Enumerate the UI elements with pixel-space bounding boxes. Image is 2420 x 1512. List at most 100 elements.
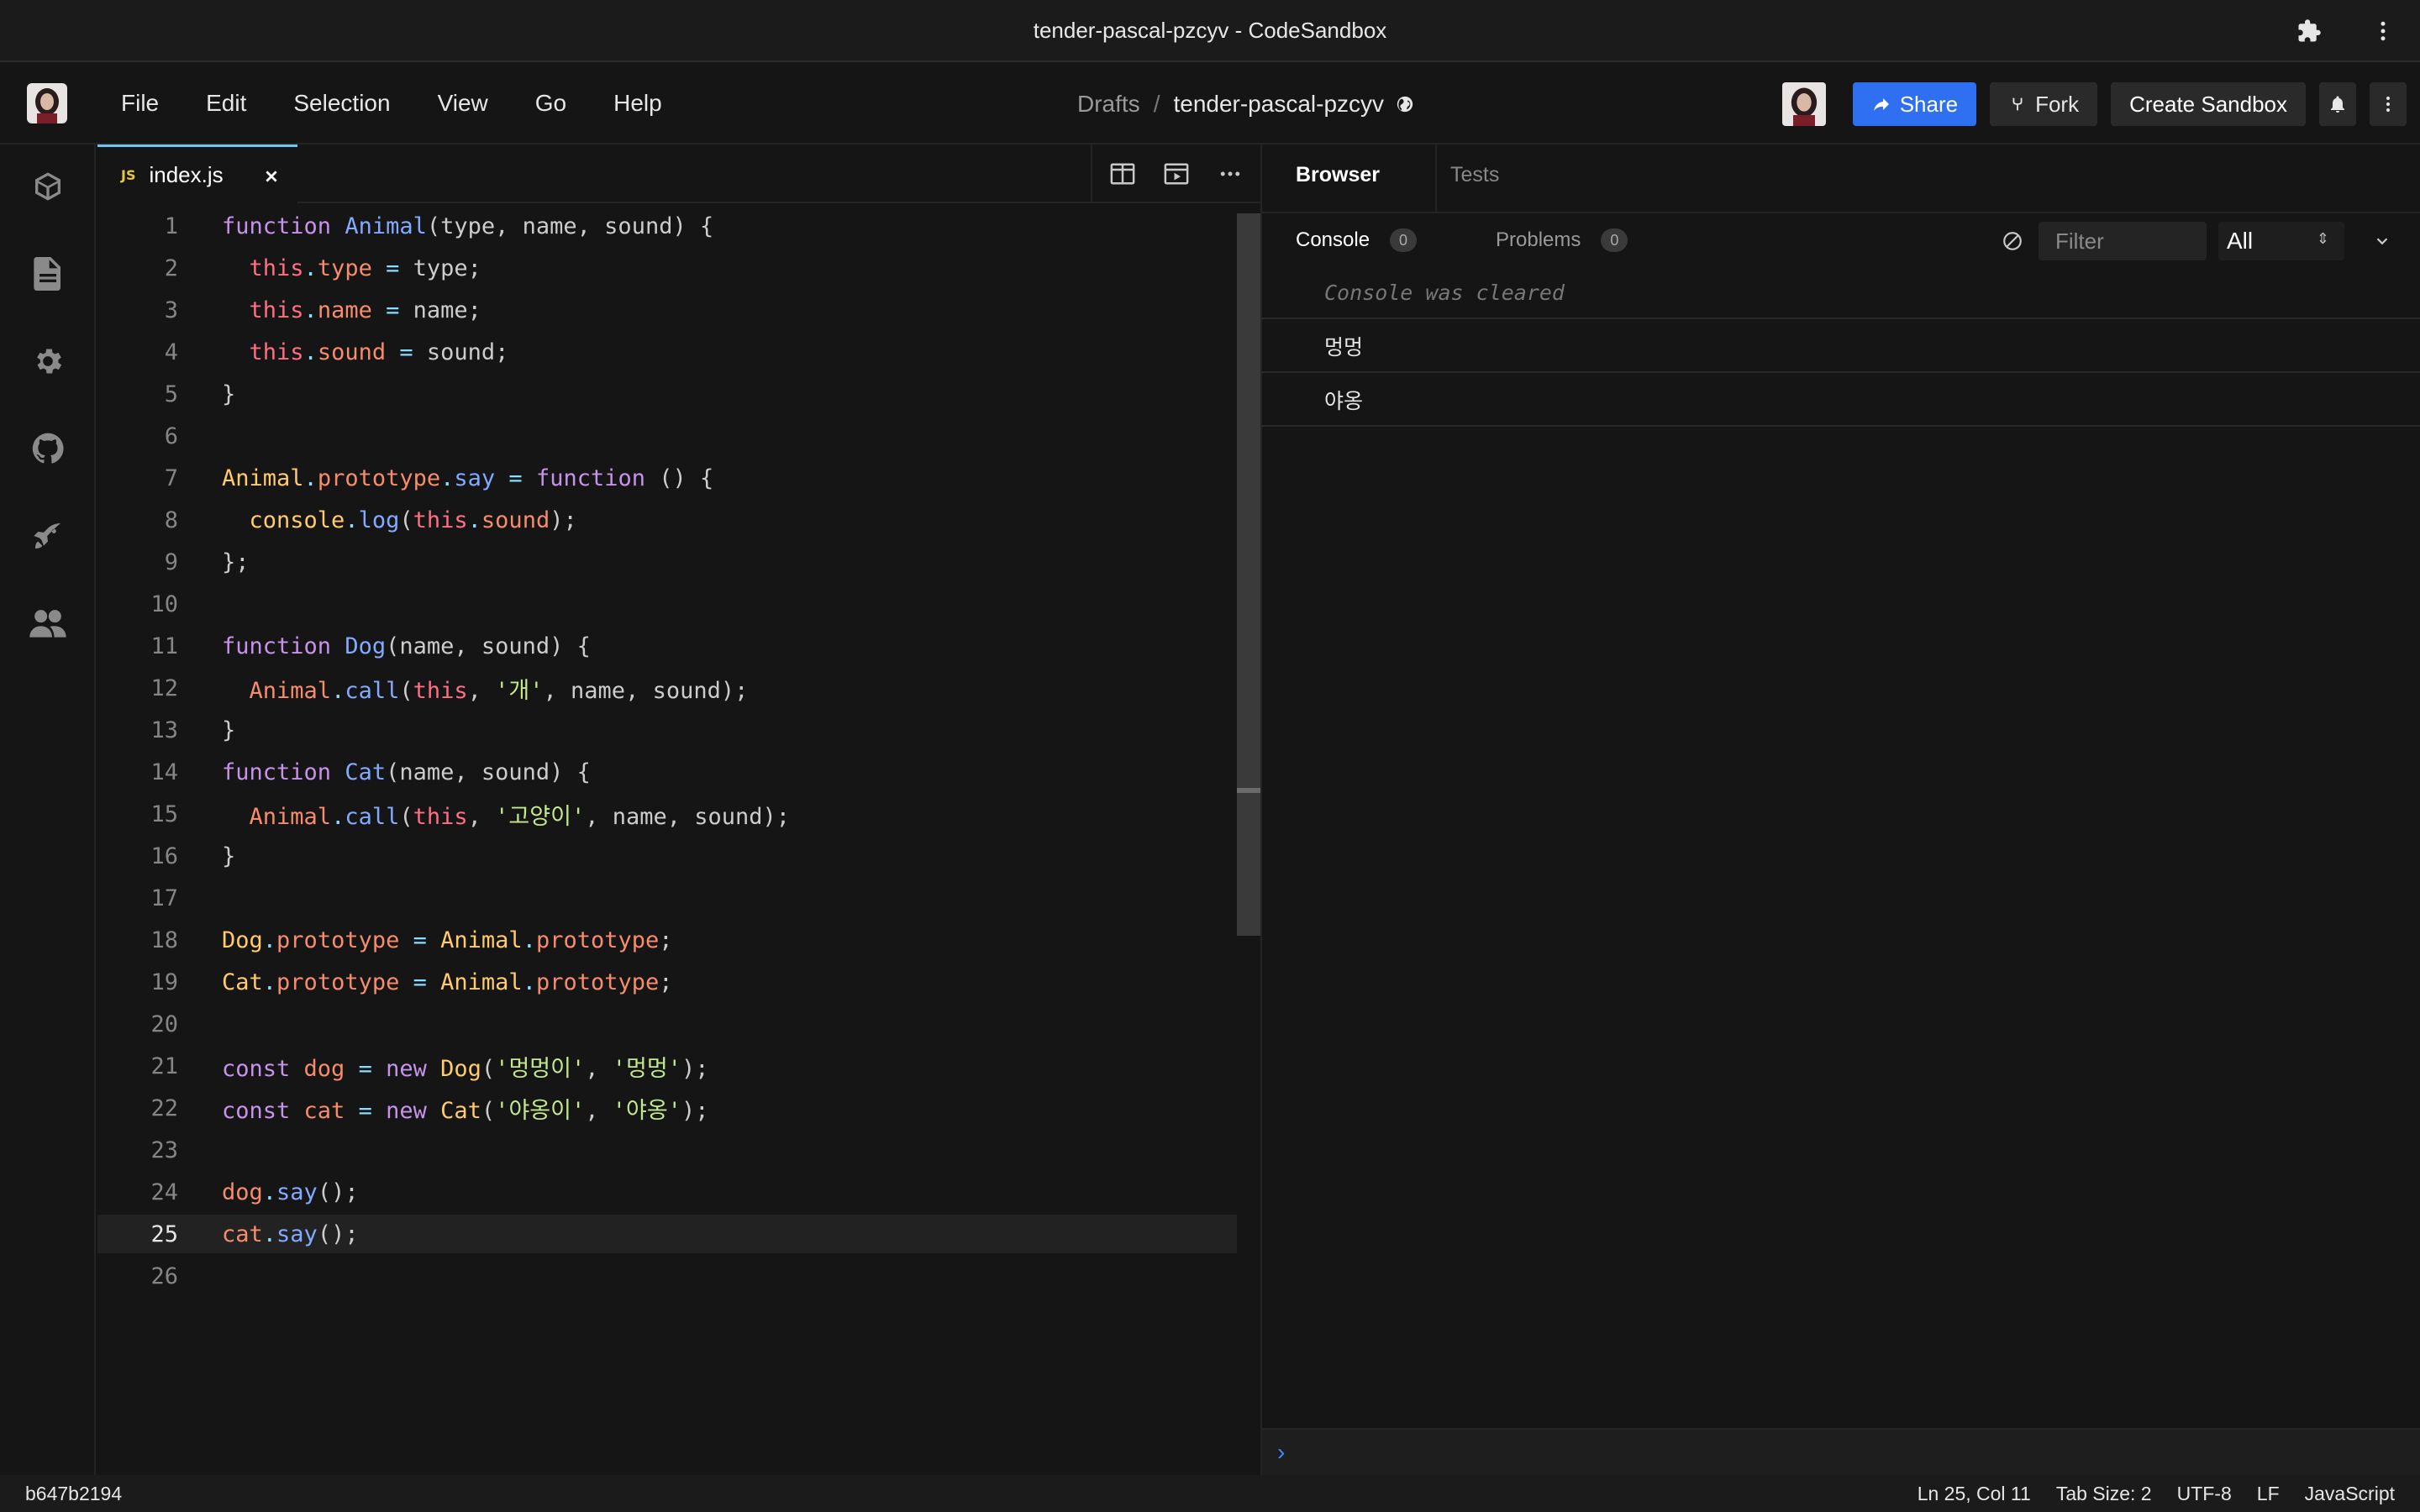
code-line[interactable]: 10 — [97, 585, 1260, 623]
code-line[interactable]: 23 — [97, 1131, 1260, 1169]
tab-tests[interactable]: Tests — [1450, 163, 1499, 187]
code-line[interactable]: 3 this.name = name; — [97, 291, 1260, 329]
tab-browser[interactable]: Browser — [1296, 163, 1380, 187]
code-line[interactable]: 17 — [97, 879, 1260, 917]
code-line[interactable]: 7 Animal.prototype.say = function () { — [97, 459, 1260, 497]
code-token: . — [262, 1179, 277, 1205]
code-line[interactable]: 2 this.type = type; — [97, 249, 1260, 287]
code-line[interactable]: 14 function Cat(name, sound) { — [97, 753, 1260, 791]
scrollbar-thumb[interactable] — [1237, 213, 1260, 936]
code-line[interactable]: 20 — [97, 1005, 1260, 1043]
code-area[interactable]: 1 function Animal(type, name, sound) { 2 t… — [97, 203, 1260, 1475]
notifications-button[interactable] — [2319, 82, 2356, 126]
code-token: Dog — [440, 1055, 481, 1082]
tab-size[interactable]: Tab Size: 2 — [2056, 1483, 2152, 1505]
preview-icon[interactable] — [1156, 154, 1197, 194]
window-title: tender-pascal-pzcyv - CodeSandbox — [1033, 17, 1387, 43]
code-line[interactable]: 24 dog.say(); — [97, 1173, 1260, 1211]
code-token: Animal — [440, 927, 523, 953]
code-line[interactable]: 6 — [97, 417, 1260, 455]
code-token: console — [249, 507, 345, 533]
fork-icon — [2012, 97, 2023, 111]
editor-scrollbar[interactable] — [1237, 203, 1260, 1475]
js-file-icon: JS — [121, 167, 136, 183]
code-line[interactable]: 13} — [97, 711, 1260, 749]
code-token: , — [467, 677, 496, 704]
code-token: ( — [399, 507, 413, 533]
cursor-position[interactable]: Ln 25, Col 11 — [1918, 1483, 2031, 1505]
gear-icon[interactable] — [28, 341, 68, 381]
user-avatar[interactable] — [1781, 82, 1826, 126]
code-token: () { — [645, 465, 714, 491]
close-icon[interactable] — [259, 164, 284, 189]
code-line[interactable]: 22 const cat = new Cat('야옹이', '야옹'); — [97, 1089, 1260, 1127]
tab-console[interactable]: Console 0 — [1296, 228, 1418, 252]
console-tab-label: Console — [1296, 228, 1370, 251]
more-icon[interactable] — [1210, 154, 1250, 194]
code-token: new — [386, 1055, 441, 1082]
cube-icon[interactable] — [28, 166, 68, 207]
menu-file[interactable]: File — [97, 90, 182, 117]
menu-view[interactable]: View — [414, 90, 512, 117]
code-line[interactable]: 18 Dog.prototype = Animal.prototype; — [97, 921, 1260, 959]
profile-avatar[interactable] — [27, 83, 67, 123]
line-ending[interactable]: LF — [2257, 1483, 2280, 1505]
share-button[interactable]: Share — [1852, 82, 1977, 126]
console-input[interactable]: › — [1262, 1428, 2420, 1475]
encoding[interactable]: UTF-8 — [2177, 1483, 2232, 1505]
rocket-icon[interactable] — [28, 516, 68, 556]
split-editor-icon[interactable] — [1102, 154, 1143, 194]
tab-problems[interactable]: Problems 0 — [1496, 228, 1628, 252]
code-line[interactable]: 19 Cat.prototype = Animal.prototype; — [97, 963, 1260, 1001]
breadcrumb-folder[interactable]: Drafts — [1077, 91, 1140, 118]
code-token: sound — [481, 507, 550, 533]
globe-icon[interactable] — [1396, 95, 1414, 113]
github-icon[interactable] — [28, 428, 68, 469]
code-line[interactable]: 9}; — [97, 543, 1260, 581]
code-line[interactable]: 15 Animal.call(this, '고양이', name, sound)… — [97, 795, 1260, 833]
console-filter-input[interactable] — [2039, 222, 2207, 260]
clear-console-icon[interactable] — [1998, 227, 2027, 255]
code-token: Cat — [222, 969, 263, 995]
code-token: const — [222, 1097, 304, 1124]
line-content: Animal.call(this, '고양이', name, sound); — [222, 798, 791, 831]
sandbox-name[interactable]: tender-pascal-pzcyv — [1173, 91, 1384, 118]
code-line[interactable]: 1 function Animal(type, name, sound) { — [97, 207, 1260, 245]
code-line[interactable]: 5} — [97, 375, 1260, 413]
panel-tabs: Browser Tests — [1262, 144, 2420, 213]
code-line[interactable]: 4 this.sound = sound; — [97, 333, 1260, 371]
log-level-select[interactable]: All ⇕ — [2218, 222, 2344, 260]
create-sandbox-button[interactable]: Create Sandbox — [2111, 82, 2306, 126]
more-options-button[interactable] — [2370, 82, 2407, 126]
file-icon[interactable] — [28, 254, 68, 294]
menu-help[interactable]: Help — [590, 90, 686, 117]
code-line[interactable]: 12 Animal.call(this, '개', name, sound); — [97, 669, 1260, 707]
menu-selection[interactable]: Selection — [270, 90, 413, 117]
tab-index-js[interactable]: JS index.js — [97, 144, 297, 203]
code-editor: JS index.js 1 function Animal(type, name,… — [97, 144, 1260, 1475]
language-mode[interactable]: JavaScript — [2305, 1483, 2395, 1505]
users-icon[interactable] — [28, 603, 68, 643]
code-line[interactable]: 11 function Dog(name, sound) { — [97, 627, 1260, 665]
code-token: . — [262, 969, 277, 995]
line-number: 25 — [150, 1221, 178, 1247]
menu-go[interactable]: Go — [512, 90, 590, 117]
code-line[interactable]: 21 const dog = new Dog('멍멍이', '멍멍'); — [97, 1047, 1260, 1085]
code-line[interactable]: 26 — [97, 1257, 1260, 1295]
fork-button[interactable]: Fork — [1990, 82, 2098, 126]
menu-edit[interactable]: Edit — [182, 90, 270, 117]
chevron-down-icon[interactable] — [2368, 227, 2396, 255]
extensions-icon[interactable] — [2292, 14, 2326, 48]
code-line[interactable]: 25 cat.say(); — [97, 1215, 1260, 1253]
code-token: = — [371, 255, 413, 281]
code-line[interactable]: 8 console.log(this.sound); — [97, 501, 1260, 539]
code-token: sound — [317, 339, 387, 365]
window-menu-icon[interactable] — [2366, 14, 2400, 48]
code-token: Cat — [440, 1097, 481, 1124]
code-line[interactable]: 16} — [97, 837, 1260, 875]
code-token: (name, sound) { — [386, 633, 591, 659]
console-cleared-message: Console was cleared — [1262, 267, 2420, 319]
